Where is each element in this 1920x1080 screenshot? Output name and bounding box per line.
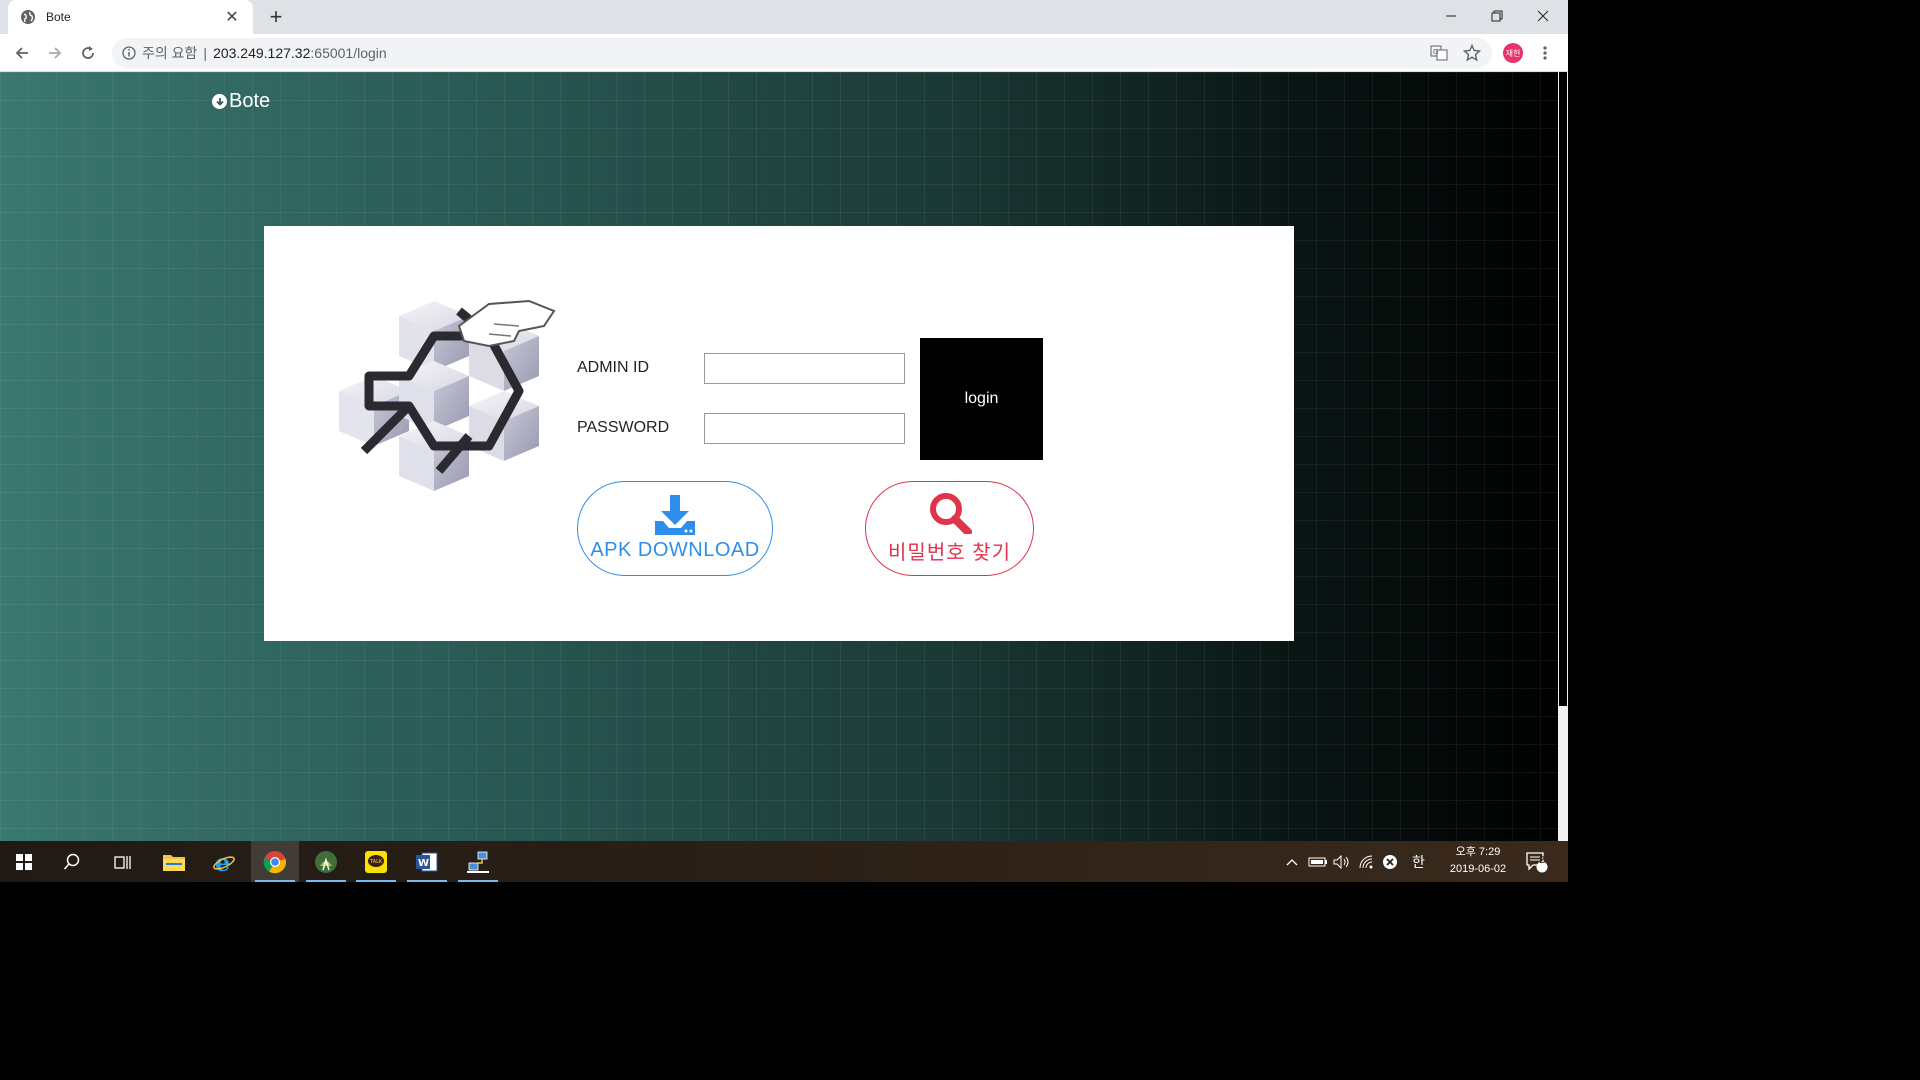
reload-button[interactable] bbox=[76, 41, 100, 65]
translate-icon: G bbox=[1430, 45, 1448, 61]
folder-icon bbox=[163, 854, 185, 871]
android-studio-button[interactable] bbox=[302, 841, 350, 882]
new-tab-button[interactable]: + bbox=[266, 6, 286, 28]
arrow-left-icon bbox=[15, 47, 28, 59]
active-indicator bbox=[255, 880, 295, 882]
reload-icon bbox=[82, 46, 94, 59]
url-host: 203.249.127.32 bbox=[213, 45, 311, 61]
kakaotalk-icon: TALK bbox=[365, 850, 387, 873]
security-warning: 주의 요함 bbox=[142, 45, 198, 61]
login-card: ADMIN ID PASSWORD login APK DOWNLOAD 비밀번… bbox=[264, 226, 1294, 641]
arrow-right-icon bbox=[49, 47, 62, 59]
search-taskbar-button[interactable] bbox=[48, 841, 96, 882]
login-button[interactable]: login bbox=[920, 338, 1043, 460]
find-password-label: 비밀번호 찾기 bbox=[888, 542, 1011, 564]
clock-time: 오후 7:29 bbox=[1455, 846, 1501, 858]
running-indicator bbox=[458, 880, 498, 882]
wifi-icon bbox=[1359, 855, 1373, 868]
action-center-button[interactable]: 2 bbox=[1525, 841, 1549, 882]
apk-download-label: APK DOWNLOAD bbox=[590, 539, 760, 561]
internet-explorer-button[interactable]: e bbox=[200, 841, 248, 882]
svg-text:TALK: TALK bbox=[369, 859, 383, 865]
page-scrollbar[interactable] bbox=[1558, 72, 1568, 841]
running-indicator bbox=[356, 880, 396, 882]
brand-name: Bote bbox=[229, 90, 271, 112]
network-app-icon bbox=[467, 851, 489, 873]
task-view-icon bbox=[114, 855, 131, 869]
clock[interactable]: 오후 7:29 2019-06-02 bbox=[1438, 844, 1518, 878]
url-path: :65001/login bbox=[310, 45, 387, 61]
network-app-button[interactable] bbox=[454, 841, 502, 882]
globe-icon bbox=[21, 10, 35, 24]
url-separator: | bbox=[203, 45, 208, 61]
android-studio-icon bbox=[315, 850, 337, 873]
minimize-button[interactable] bbox=[1428, 0, 1474, 32]
blocked-icon bbox=[1383, 854, 1397, 869]
password-input[interactable] bbox=[704, 413, 905, 444]
password-label: PASSWORD bbox=[577, 419, 670, 436]
task-view-button[interactable] bbox=[98, 841, 146, 882]
apk-download-button[interactable]: APK DOWNLOAD bbox=[577, 481, 773, 576]
address-bar[interactable]: 주의 요함 | 203.249.127.32:65001/login bbox=[112, 38, 1492, 68]
running-indicator bbox=[407, 880, 447, 882]
info-icon[interactable] bbox=[122, 46, 136, 60]
speaker-icon bbox=[1333, 854, 1349, 869]
ie-icon: e bbox=[213, 850, 235, 874]
logo-image bbox=[339, 299, 556, 491]
chrome-taskbar-button[interactable] bbox=[251, 841, 299, 882]
download-circle-icon bbox=[212, 94, 227, 109]
admin-id-input[interactable] bbox=[704, 353, 905, 384]
ime-indicator[interactable]: 한 bbox=[1412, 841, 1425, 882]
search-icon bbox=[929, 493, 972, 534]
kakaotalk-button[interactable]: TALK bbox=[352, 841, 400, 882]
volume-indicator[interactable] bbox=[1333, 841, 1351, 882]
tab-close-icon[interactable]: ✕ bbox=[223, 7, 241, 27]
clock-date: 2019-06-02 bbox=[1449, 863, 1507, 875]
tab-title: Bote bbox=[46, 10, 71, 24]
forward-button[interactable] bbox=[43, 41, 67, 65]
svg-text:W: W bbox=[418, 858, 429, 869]
chrome-icon bbox=[263, 850, 287, 873]
minimize-icon bbox=[1446, 15, 1456, 17]
restore-icon bbox=[1491, 10, 1503, 22]
search-icon bbox=[63, 853, 80, 870]
battery-icon bbox=[1308, 857, 1327, 866]
scrollbar-thumb[interactable] bbox=[1559, 72, 1567, 706]
start-button[interactable] bbox=[0, 841, 48, 882]
back-button[interactable] bbox=[10, 41, 34, 65]
show-hidden-icons[interactable] bbox=[1285, 841, 1299, 882]
chevron-up-icon bbox=[1286, 858, 1298, 865]
word-icon: W bbox=[416, 852, 438, 871]
profile-avatar[interactable]: 재헌 bbox=[1503, 43, 1523, 63]
network-indicator[interactable] bbox=[1358, 841, 1376, 882]
close-icon bbox=[1537, 10, 1549, 22]
running-indicator bbox=[306, 880, 346, 882]
translate-button[interactable]: G bbox=[1427, 41, 1451, 65]
find-password-button[interactable]: 비밀번호 찾기 bbox=[865, 481, 1034, 576]
bookmark-button[interactable] bbox=[1460, 41, 1484, 65]
windows-taskbar: e TALK W 한 오후 7:29 2019-06-02 2 bbox=[0, 841, 1568, 882]
admin-id-label: ADMIN ID bbox=[577, 359, 649, 376]
close-window-button[interactable] bbox=[1520, 0, 1566, 32]
star-icon bbox=[1463, 44, 1481, 62]
brand-link[interactable]: Bote bbox=[212, 90, 270, 113]
svg-text:G: G bbox=[1433, 48, 1438, 56]
status-indicator[interactable] bbox=[1382, 841, 1398, 882]
menu-button[interactable] bbox=[1533, 41, 1557, 65]
page-background: Bote ADMIN ID PASSWORD login APK DOWNLOA… bbox=[0, 72, 1558, 841]
notification-count: 2 bbox=[1539, 855, 1545, 866]
browser-tab[interactable]: Bote ✕ bbox=[8, 0, 253, 34]
more-vert-icon bbox=[1543, 46, 1547, 60]
restore-button[interactable] bbox=[1474, 0, 1520, 32]
battery-indicator[interactable] bbox=[1308, 841, 1328, 882]
word-button[interactable]: W bbox=[403, 841, 451, 882]
file-explorer-button[interactable] bbox=[150, 841, 198, 882]
windows-icon bbox=[16, 853, 32, 870]
browser-toolbar: 주의 요함 | 203.249.127.32:65001/login G 재헌 bbox=[0, 34, 1568, 72]
browser-titlebar: Bote ✕ + bbox=[0, 0, 1568, 34]
download-icon bbox=[655, 495, 695, 535]
